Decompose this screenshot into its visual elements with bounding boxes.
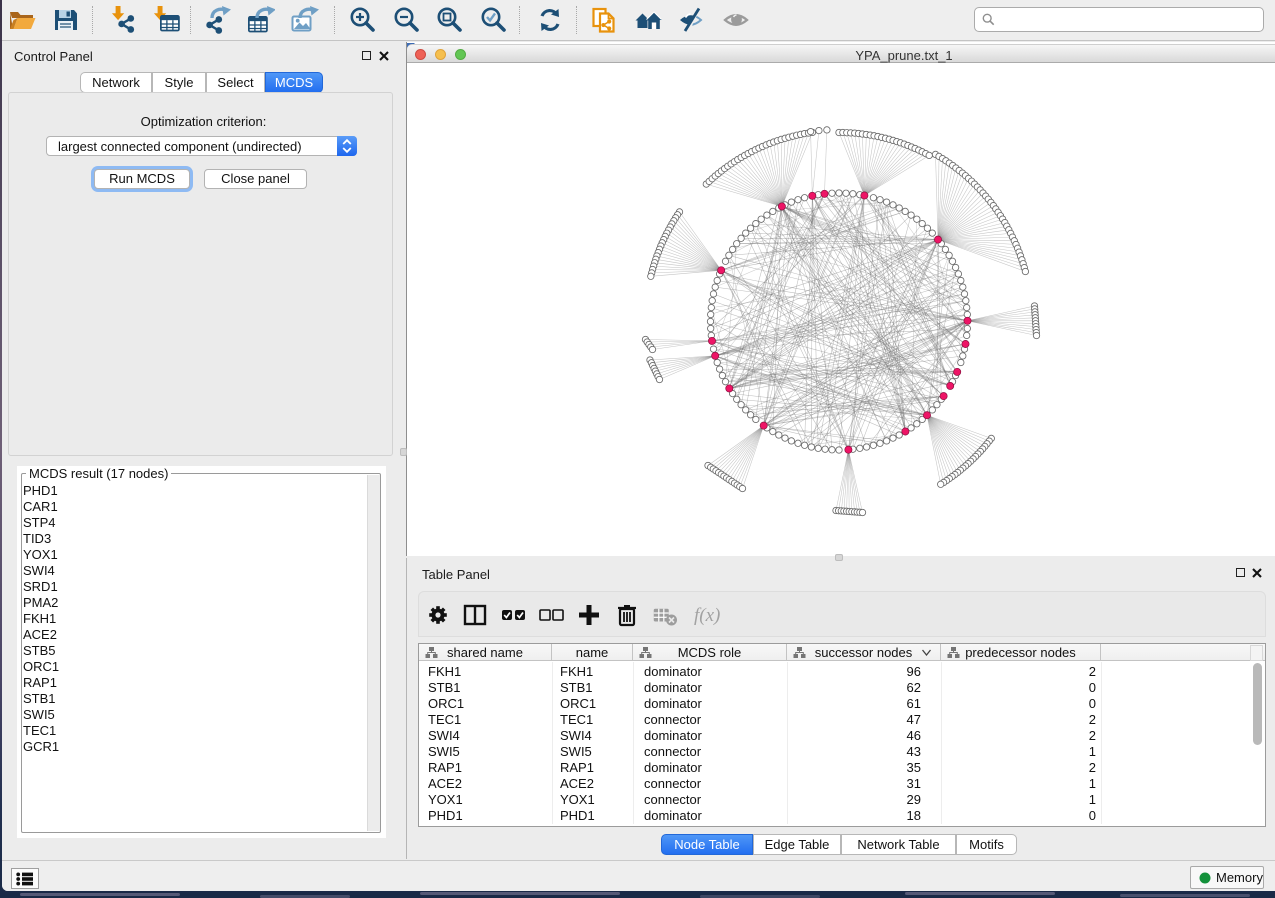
- svg-text:f(x): f(x): [694, 605, 720, 626]
